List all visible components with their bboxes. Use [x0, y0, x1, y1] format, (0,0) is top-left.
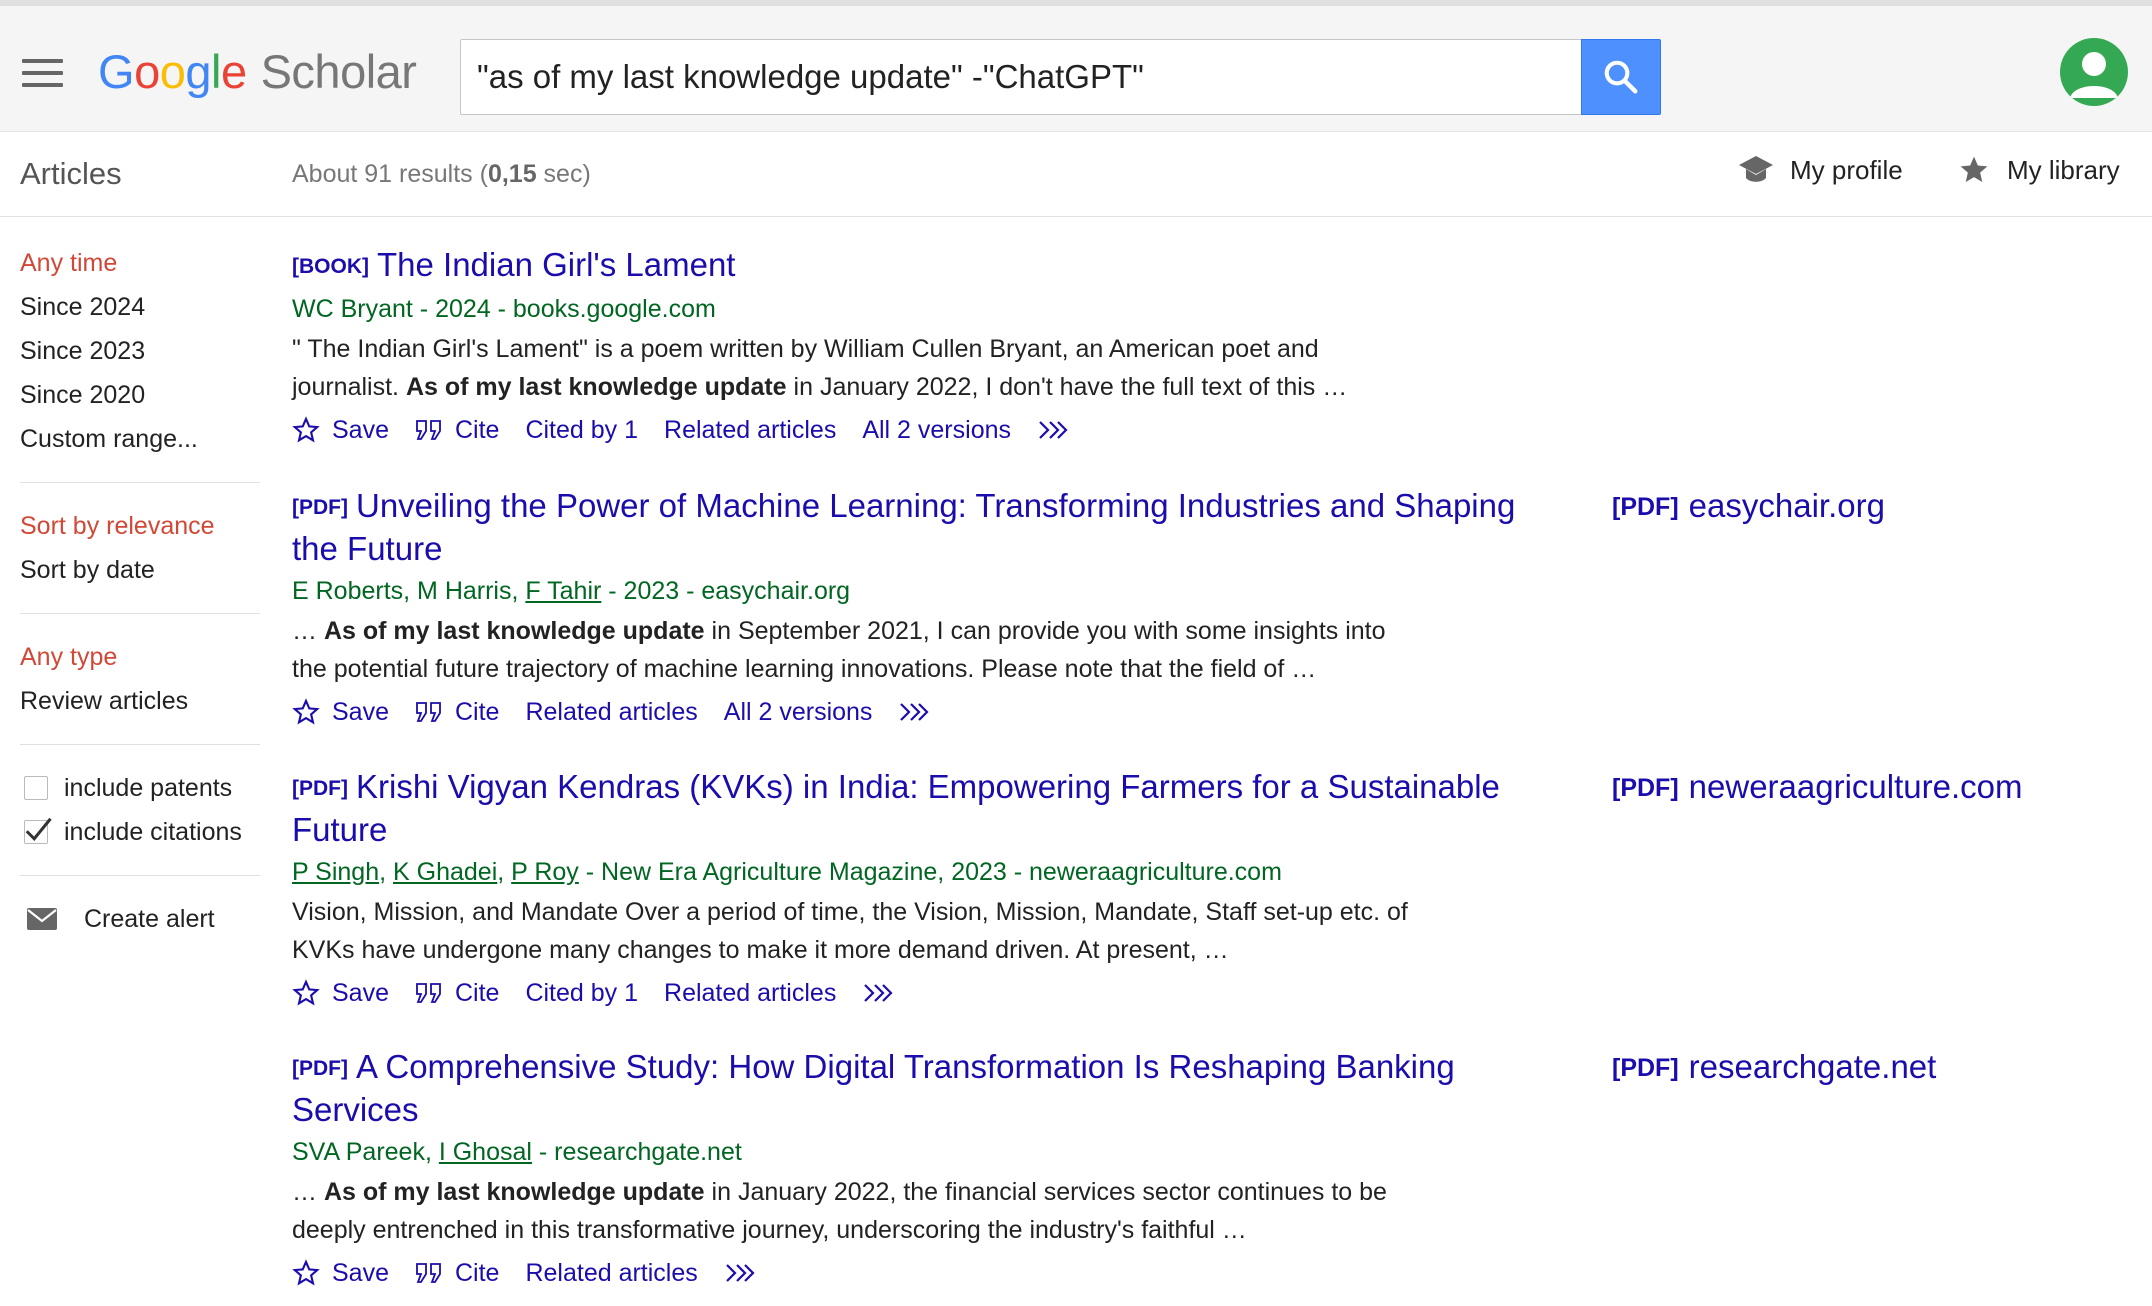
checkbox-checked[interactable]: [24, 817, 52, 844]
quote-icon: [416, 420, 441, 440]
save-button[interactable]: Save: [292, 416, 389, 445]
author-link[interactable]: K Ghadei: [393, 858, 497, 886]
result-actions: Save Cite Cited by 1 Related articles: [292, 971, 2152, 1015]
create-alert-link[interactable]: Create alert: [20, 897, 260, 941]
filter-any-type[interactable]: Any type: [20, 635, 260, 679]
filter-any-time[interactable]: Any time: [20, 241, 260, 285]
result-type-tag: [BOOK]: [292, 255, 369, 278]
my-library-link[interactable]: My library: [1957, 154, 2120, 186]
divider: [20, 744, 260, 745]
star-outline-icon: [292, 979, 320, 1006]
cited-by-link[interactable]: Cited by 1: [525, 416, 638, 445]
result-actions: Save Cite Related articles: [292, 1251, 2152, 1295]
menu-icon[interactable]: [22, 59, 63, 87]
related-articles-link[interactable]: Related articles: [664, 416, 836, 445]
related-articles-link[interactable]: Related articles: [664, 979, 836, 1008]
cite-button[interactable]: Cite: [415, 698, 499, 727]
sort-by-date[interactable]: Sort by date: [20, 548, 260, 592]
result-actions: Save Cite Cited by 1 Related articles Al…: [292, 408, 2152, 452]
top-bar: Google Scholar: [0, 0, 2152, 132]
my-profile-link[interactable]: My profile: [1738, 154, 1903, 186]
result-title-link[interactable]: [PDF] Krishi Vigyan Kendras (KVKs) in Ind…: [292, 766, 1522, 850]
results-count: About 91 results (0,15 sec): [292, 160, 591, 188]
checkbox-unchecked[interactable]: [24, 776, 48, 800]
related-articles-link[interactable]: Related articles: [525, 1259, 697, 1288]
pdf-side-link[interactable]: [PDF] researchgate.net: [1612, 1046, 1936, 1089]
pdf-side-link[interactable]: [PDF] neweraagriculture.com: [1612, 766, 2022, 809]
result-type-tag: [PDF]: [292, 777, 348, 800]
more-options-chevron-icon[interactable]: [898, 700, 942, 724]
result-authors: SVA Pareek, I Ghosal - researchgate.net: [292, 1138, 742, 1166]
result-title-link[interactable]: [PDF] Unveiling the Power of Machine Lear…: [292, 485, 1522, 569]
more-options-chevron-icon[interactable]: [1037, 418, 1081, 442]
result-actions: Save Cite Related articles All 2 version…: [292, 690, 2152, 734]
search-button[interactable]: [1581, 39, 1661, 115]
filter-custom-range[interactable]: Custom range...: [20, 417, 260, 461]
author-link[interactable]: F Tahir: [525, 577, 601, 605]
filter-since-2020[interactable]: Since 2020: [20, 373, 260, 417]
all-versions-link[interactable]: All 2 versions: [862, 416, 1011, 445]
person-icon: [2070, 52, 2118, 98]
related-articles-link[interactable]: Related articles: [525, 698, 697, 727]
filters-sidebar: Any time Since 2024 Since 2023 Since 202…: [20, 217, 260, 941]
quote-icon: [416, 1263, 441, 1283]
star-outline-icon: [292, 698, 320, 725]
result-type-tag: [PDF]: [292, 1057, 348, 1080]
all-versions-link[interactable]: All 2 versions: [724, 698, 873, 727]
result-snippet: … As of my last knowledge update in Janu…: [292, 1178, 1387, 1244]
author-link[interactable]: P Roy: [511, 858, 579, 886]
filter-since-2023[interactable]: Since 2023: [20, 329, 260, 373]
star-outline-icon: [292, 1259, 320, 1286]
result-authors: P Singh, K Ghadei, P Roy - New Era Agric…: [292, 858, 1282, 886]
save-button[interactable]: Save: [292, 698, 389, 727]
cite-button[interactable]: Cite: [415, 416, 499, 445]
more-options-chevron-icon[interactable]: [862, 981, 906, 1005]
results-header: Articles About 91 results (0,15 sec) My …: [0, 132, 2152, 217]
checkmark-icon: [25, 817, 52, 841]
search-input[interactable]: [460, 39, 1582, 115]
account-avatar[interactable]: [2060, 38, 2128, 106]
quote-icon: [416, 702, 441, 722]
result-authors: WC Bryant - 2024 - books.google.com: [292, 295, 716, 323]
filter-review-articles[interactable]: Review articles: [20, 679, 260, 723]
save-button[interactable]: Save: [292, 1259, 389, 1288]
divider: [20, 613, 260, 614]
quote-icon: [416, 983, 441, 1003]
author-link[interactable]: I Ghosal: [439, 1138, 532, 1166]
cite-button[interactable]: Cite: [415, 1259, 499, 1288]
pdf-side-link[interactable]: [PDF] easychair.org: [1612, 485, 1885, 528]
result-authors: E Roberts, M Harris, F Tahir - 2023 - ea…: [292, 577, 851, 605]
search-result: [PDF] Unveiling the Power of Machine Lear…: [292, 485, 2152, 734]
sort-by-relevance[interactable]: Sort by relevance: [20, 504, 260, 548]
save-button[interactable]: Save: [292, 979, 389, 1008]
graduation-cap-icon: [1739, 156, 1773, 182]
more-options-chevron-icon[interactable]: [724, 1261, 768, 1285]
cited-by-link[interactable]: Cited by 1: [525, 979, 638, 1008]
section-title[interactable]: Articles: [20, 156, 122, 192]
star-outline-icon: [292, 416, 320, 443]
result-snippet: Vision, Mission, and Mandate Over a peri…: [292, 898, 1408, 964]
star-icon: [1960, 156, 1988, 182]
search-result: [BOOK] The Indian Girl's Lament WC Bryant…: [292, 244, 2152, 452]
search-result: [PDF] A Comprehensive Study: How Digital …: [292, 1046, 2152, 1295]
filter-since-2024[interactable]: Since 2024: [20, 285, 260, 329]
result-title-link[interactable]: [PDF] A Comprehensive Study: How Digital …: [292, 1046, 1522, 1130]
result-snippet: " The Indian Girl's Lament" is a poem wr…: [292, 335, 1348, 401]
search-icon: [1604, 60, 1638, 94]
divider: [20, 482, 260, 483]
cite-button[interactable]: Cite: [415, 979, 499, 1008]
result-snippet: … As of my last knowledge update in Sept…: [292, 617, 1386, 683]
envelope-icon: [27, 908, 57, 930]
result-type-tag: [PDF]: [292, 496, 348, 519]
include-citations-checkbox[interactable]: include citations: [20, 810, 260, 854]
divider: [20, 875, 260, 876]
include-patents-checkbox[interactable]: include patents: [20, 766, 260, 810]
result-title-link[interactable]: [BOOK] The Indian Girl's Lament: [292, 244, 1522, 287]
google-scholar-logo[interactable]: Google Scholar: [98, 44, 417, 99]
author-link[interactable]: P Singh: [292, 858, 379, 886]
search-result: [PDF] Krishi Vigyan Kendras (KVKs) in Ind…: [292, 766, 2152, 1015]
